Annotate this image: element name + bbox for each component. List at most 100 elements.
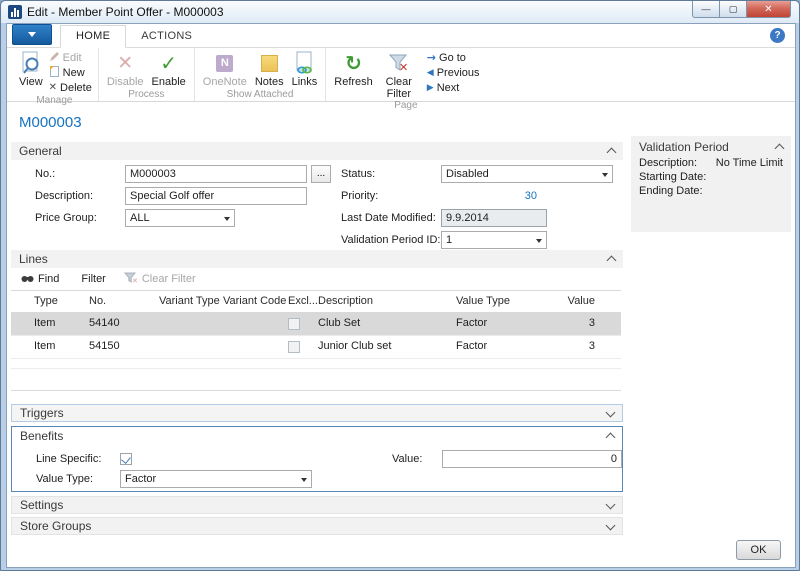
chevron-up-icon bbox=[606, 433, 616, 443]
client-area: HOME ACTIONS ? View Edit bbox=[6, 23, 796, 568]
description-field[interactable]: Special Golf offer bbox=[125, 187, 307, 205]
validation-period-factbox: Validation Period Description: No Time L… bbox=[631, 136, 791, 232]
dropdown-arrow-icon bbox=[224, 217, 230, 221]
window-title: Edit - Member Point Offer - M000003 bbox=[27, 5, 224, 19]
chevron-up-icon bbox=[607, 256, 617, 266]
ribbon-group-page: ↻ Refresh ✕ Clear Filter → Go to bbox=[326, 48, 485, 101]
lines-clear-filter-button: Clear Filter bbox=[142, 273, 196, 285]
fasttab-benefits: Benefits Line Specific: Value Type: Fact… bbox=[11, 426, 623, 492]
group-label-manage: Manage bbox=[15, 95, 94, 107]
line-specific-checkbox[interactable] bbox=[120, 453, 132, 465]
clear-filter-funnel-icon: ✕ bbox=[124, 272, 138, 287]
tab-home[interactable]: HOME bbox=[60, 25, 126, 48]
svg-text:✕: ✕ bbox=[399, 62, 408, 73]
fasttab-store-groups-header[interactable]: Store Groups bbox=[11, 517, 623, 535]
help-icon[interactable]: ? bbox=[770, 28, 785, 43]
status-label: Status: bbox=[341, 165, 375, 183]
validation-period-id-label: Validation Period ID: bbox=[341, 231, 440, 249]
app-window: Edit - Member Point Offer - M000003 — ▢ … bbox=[0, 0, 800, 571]
col-no[interactable]: No. bbox=[89, 291, 106, 312]
price-group-select[interactable]: ALL bbox=[125, 209, 235, 227]
excl-checkbox[interactable] bbox=[288, 341, 300, 353]
disable-button: ✕ Disable bbox=[103, 48, 148, 88]
last-date-modified-field: 9.9.2014 bbox=[441, 209, 547, 227]
next-button[interactable]: ▶ Next bbox=[425, 80, 482, 95]
chevron-down-icon bbox=[28, 32, 36, 37]
pencil-icon bbox=[49, 51, 60, 65]
chevron-down-icon bbox=[606, 520, 616, 530]
links-button[interactable]: Links bbox=[288, 48, 322, 88]
new-page-icon bbox=[49, 65, 60, 80]
new-button[interactable]: New bbox=[47, 65, 94, 80]
link-document-icon bbox=[294, 50, 314, 76]
col-description[interactable]: Description bbox=[318, 291, 373, 312]
maximize-button[interactable]: ▢ bbox=[720, 1, 747, 18]
onenote-icon: N bbox=[216, 50, 233, 76]
table-row[interactable]: Item 54140 Club Set Factor 3 bbox=[11, 313, 621, 336]
col-type[interactable]: Type bbox=[34, 291, 58, 312]
group-label-process: Process bbox=[103, 89, 190, 101]
dropdown-arrow-icon bbox=[536, 239, 542, 243]
grid-header-row: Type No. Variant Type Variant Code Excl.… bbox=[11, 290, 621, 313]
enable-button[interactable]: ✓ Enable bbox=[148, 48, 190, 88]
value-field[interactable]: 0 bbox=[442, 450, 622, 468]
close-button[interactable]: ✕ bbox=[747, 1, 791, 18]
fasttab-triggers-header[interactable]: Triggers bbox=[11, 404, 623, 422]
price-group-label: Price Group: bbox=[35, 209, 97, 227]
dropdown-arrow-icon bbox=[301, 478, 307, 482]
col-value-type[interactable]: Value Type bbox=[456, 291, 510, 312]
col-value[interactable]: Value bbox=[527, 291, 595, 312]
delete-x-icon: ✕ bbox=[49, 82, 57, 93]
binoculars-icon bbox=[21, 273, 34, 286]
col-variant-code[interactable]: Variant Code bbox=[223, 291, 286, 312]
edit-button: Edit bbox=[47, 50, 94, 65]
assist-edit-button[interactable]: ... bbox=[311, 165, 331, 183]
find-button[interactable]: Find bbox=[38, 273, 59, 285]
excl-checkbox[interactable] bbox=[288, 318, 300, 330]
ribbon-group-show-attached: N OneNote Notes Links Show Attached bbox=[195, 48, 326, 101]
sticky-note-icon bbox=[261, 50, 278, 76]
fasttab-benefits-header[interactable]: Benefits bbox=[12, 427, 622, 445]
table-row[interactable]: Item 54150 Junior Club set Factor 3 bbox=[11, 336, 621, 359]
factbox-value[interactable]: No Time Limit bbox=[716, 157, 783, 169]
view-button[interactable]: View bbox=[15, 48, 47, 88]
clear-filter-button[interactable]: ✕ Clear Filter bbox=[377, 48, 421, 100]
col-excl[interactable]: Excl... bbox=[288, 291, 318, 312]
filter-button[interactable]: Filter bbox=[81, 273, 105, 285]
fasttab-general-header[interactable]: General bbox=[11, 142, 623, 160]
previous-button[interactable]: ◀ Previous bbox=[425, 65, 482, 80]
chevron-up-icon bbox=[775, 144, 785, 154]
factbox-row: Description: No Time Limit bbox=[631, 156, 791, 170]
fasttab-settings-header[interactable]: Settings bbox=[11, 496, 623, 514]
status-select[interactable]: Disabled bbox=[441, 165, 613, 183]
factbox-row: Ending Date: bbox=[631, 184, 791, 198]
grid-bottom-border bbox=[11, 390, 621, 391]
col-variant-type[interactable]: Variant Type bbox=[159, 291, 220, 312]
application-menu-button[interactable] bbox=[12, 24, 52, 45]
group-label-page: Page bbox=[330, 100, 481, 112]
grid-separator bbox=[11, 368, 621, 369]
validation-period-id-select[interactable]: 1 bbox=[441, 231, 547, 249]
value-type-select[interactable]: Factor bbox=[120, 470, 312, 488]
ribbon: View Edit New ✕ Delete bbox=[7, 48, 795, 102]
ribbon-tab-row: HOME ACTIONS ? bbox=[7, 24, 795, 48]
priority-label: Priority: bbox=[341, 187, 378, 205]
value-type-label: Value Type: bbox=[36, 470, 93, 488]
ok-button[interactable]: OK bbox=[736, 540, 781, 560]
minimize-button[interactable]: — bbox=[692, 1, 720, 18]
delete-button[interactable]: ✕ Delete bbox=[47, 80, 94, 95]
view-document-icon bbox=[20, 50, 42, 76]
disable-x-icon: ✕ bbox=[117, 50, 133, 76]
refresh-button[interactable]: ↻ Refresh bbox=[330, 48, 377, 88]
priority-field[interactable]: 30 bbox=[441, 187, 537, 205]
no-field[interactable]: M000003 bbox=[125, 165, 307, 183]
enable-check-icon: ✓ bbox=[160, 50, 177, 76]
tab-actions[interactable]: ACTIONS bbox=[126, 26, 207, 47]
factbox-header[interactable]: Validation Period bbox=[631, 136, 791, 156]
notes-button[interactable]: Notes bbox=[251, 48, 288, 88]
svg-text:✕: ✕ bbox=[132, 278, 138, 284]
nav-app-icon bbox=[8, 5, 22, 19]
fasttab-lines-header[interactable]: Lines bbox=[11, 250, 623, 268]
page-title: M000003 bbox=[19, 114, 82, 131]
goto-button[interactable]: → Go to bbox=[425, 50, 482, 65]
